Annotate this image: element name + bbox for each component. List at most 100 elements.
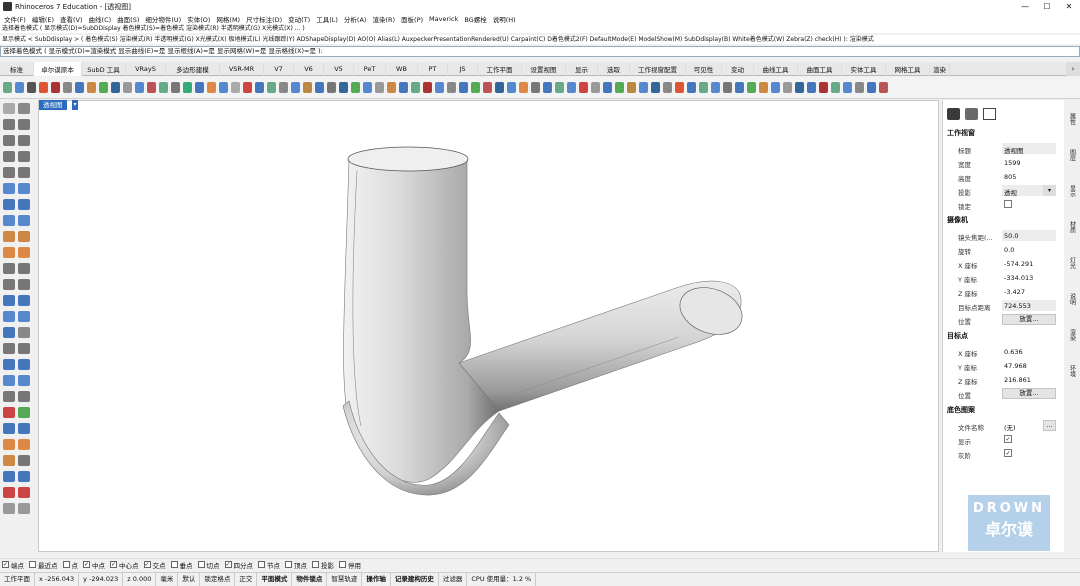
side-tab-materials[interactable]: 材质 [1066,210,1078,244]
tool-icon[interactable] [3,82,12,93]
status-cplane[interactable]: 工作平面 [0,572,35,586]
copy-icon[interactable] [18,247,30,258]
tab-pet[interactable]: PeT [354,62,386,76]
maximize-button[interactable]: ☐ [1036,0,1058,13]
status-ortho[interactable]: 正交 [235,572,258,586]
tool-icon[interactable] [651,82,660,93]
polyline-icon[interactable] [3,119,15,130]
circle-icon[interactable] [3,135,15,146]
side-tab-lights[interactable]: 灯光 [1066,246,1078,280]
tab-surface-tools[interactable]: 曲面工具 [798,62,842,76]
status-units[interactable]: 毫米 [156,572,179,586]
tool-icon[interactable] [399,82,408,93]
menu-panels[interactable]: 面板(P) [401,14,423,24]
tab-v7[interactable]: V7 [264,62,294,76]
tool-icon[interactable] [171,82,180,93]
gumball-icon[interactable] [3,391,15,402]
select-icon[interactable] [3,103,15,114]
move-icon[interactable] [3,247,15,258]
tab-custom[interactable]: 卓尔谟原本 [34,62,82,76]
rotate-icon[interactable] [3,279,15,290]
menu-surface[interactable]: 曲面(S) [117,14,139,24]
layer-icon[interactable] [3,375,15,386]
osnap-checkbox[interactable]: ✓ [83,561,90,568]
tool-icon[interactable] [579,82,588,93]
tab-vsr[interactable]: VSR-MR [220,62,264,76]
menu-curve[interactable]: 曲线(C) [89,14,112,24]
ring-icon[interactable] [18,263,30,274]
osnap-checkbox[interactable]: ✓ [143,561,151,568]
mail-icon[interactable] [18,487,30,498]
tool-icon[interactable] [735,82,744,93]
frame-icon[interactable] [983,108,996,120]
osnap-vertex[interactable]: 顶点 [285,560,307,570]
boolean-icon[interactable] [3,231,15,242]
point-icon[interactable] [18,103,30,114]
side-tab-help[interactable]: 说明 [1066,282,1078,316]
tool-icon[interactable] [111,82,120,93]
mirror-icon[interactable] [18,311,30,322]
tool-icon[interactable] [819,82,828,93]
status-filter[interactable]: 过滤器 [439,572,468,586]
tool-icon[interactable] [183,82,192,93]
osnap-quad[interactable]: ✓ 四分点 [224,560,253,570]
status-history[interactable]: 记录建构历史 [391,572,439,586]
osnap-knot[interactable]: 节点 [258,560,280,570]
osnap-tan[interactable]: 切点 [197,560,220,570]
side-tab-render[interactable]: 渲染 [1066,318,1078,352]
tool-icon[interactable] [327,82,336,93]
tab-display[interactable]: 显示 [566,62,598,76]
show-checkbox[interactable]: ✓ [1004,435,1012,443]
status-grid-snap[interactable]: 锁定格点 [200,572,236,586]
osnap-end[interactable]: ✓ 端点 [2,560,24,570]
osnap-checkbox[interactable] [312,561,319,568]
osnap-icon[interactable] [3,439,15,450]
side-tab-environment[interactable]: 环境 [1066,354,1078,388]
tool-icon[interactable] [39,82,48,93]
tool-icon[interactable] [375,82,384,93]
camera-place-button[interactable]: 放置... [1002,314,1056,325]
text-icon[interactable] [3,295,15,306]
tool-icon[interactable] [243,82,252,93]
tool-icon[interactable] [483,82,492,93]
tool-icon[interactable] [471,82,480,93]
tab-transform[interactable]: 变动 [722,62,754,76]
tool-icon[interactable] [723,82,732,93]
split-icon[interactable] [18,231,30,242]
tool-icon[interactable] [207,82,216,93]
tool-icon[interactable] [363,82,372,93]
history-icon[interactable] [3,455,15,466]
tool-icon[interactable] [795,82,804,93]
tool-icon[interactable] [159,82,168,93]
close-button[interactable]: ✕ [1058,0,1080,13]
join-icon[interactable] [18,407,30,418]
menu-tools[interactable]: 工具(L) [316,14,338,24]
tool-icon[interactable] [255,82,264,93]
tool-icon[interactable] [51,82,60,93]
rectangle-icon[interactable] [18,151,30,162]
array-icon[interactable] [3,311,15,322]
tool-icon[interactable] [447,82,456,93]
explode-icon[interactable] [3,423,15,434]
menu-transform[interactable]: 变动(T) [288,14,310,24]
osnap-checkbox[interactable] [62,561,70,568]
menu-maverick[interactable]: Maverick [429,15,458,23]
tool-icon[interactable] [615,82,624,93]
tab-js[interactable]: JS [448,62,478,76]
twist-icon[interactable] [18,343,30,354]
browse-button[interactable]: … [1043,420,1056,431]
tab-cplane[interactable]: 工作平面 [478,62,522,76]
tab-v6[interactable]: V6 [294,62,324,76]
viewport-props-icon[interactable] [947,108,960,120]
viewport-title-tab[interactable]: 透视图 [39,100,67,110]
osnap-perp[interactable]: 垂点 [170,560,193,570]
menu-file[interactable]: 文件(F) [4,14,26,24]
osnap-checkbox[interactable]: ✓ [110,561,117,568]
tab-solid-tools[interactable]: 实体工具 [842,62,886,76]
tool-icon[interactable] [219,82,228,93]
menu-help[interactable]: 说明(H) [493,14,516,24]
tool-icon[interactable] [831,82,840,93]
osnap-project[interactable]: 投影 [312,560,334,570]
tab-mesh-tools[interactable]: 网格工具 [886,62,930,76]
menu-dimension[interactable]: 尺寸标注(D) [246,14,282,24]
